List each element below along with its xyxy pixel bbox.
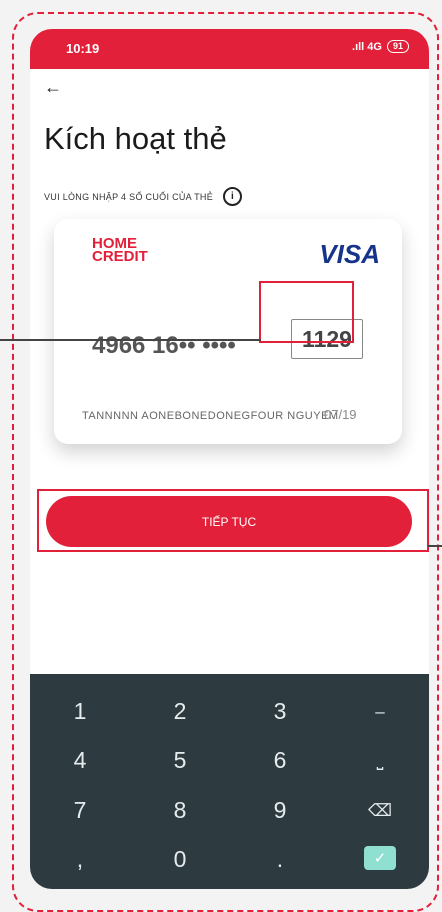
continue-highlight-box <box>37 489 429 552</box>
logo-line-2: CREDIT <box>92 248 148 265</box>
key-2[interactable]: 2 <box>130 698 230 725</box>
key-0[interactable]: 0 <box>130 846 230 873</box>
key-9[interactable]: 9 <box>230 797 330 824</box>
key-7[interactable]: 7 <box>30 797 130 824</box>
card-number-masked: 4966 16•• •••• <box>92 332 236 359</box>
key-minus[interactable]: – <box>330 702 429 722</box>
card-holder-name: TANNNNN AONEBONEDONEGFOUR NGUYEM <box>82 410 339 422</box>
status-time: 10:19 <box>66 41 100 56</box>
callout-line-right <box>428 545 442 547</box>
back-arrow-icon[interactable]: ← <box>44 77 62 98</box>
visa-logo: VISA <box>319 239 380 269</box>
status-indicators: .ıll 4G 91 <box>352 40 409 53</box>
signal-icon: .ıll 4G <box>352 40 382 53</box>
numeric-keypad: 1 2 3 – 4 5 6 ⎵ 7 8 9 ⌫ , 0 . ✓ <box>30 674 429 889</box>
info-icon[interactable]: i <box>223 187 243 206</box>
instruction-label: VUI LÒNG NHẬP 4 SỐ CUỐI CỦA THẺ <box>44 191 214 202</box>
key-5[interactable]: 5 <box>130 747 230 774</box>
key-period[interactable]: . <box>230 846 330 873</box>
backspace-icon[interactable]: ⌫ <box>330 801 429 821</box>
key-1[interactable]: 1 <box>30 698 130 725</box>
phone-screen: 10:19 .ıll 4G 91 ← Kích hoạt thẻ VUI LÒN… <box>30 29 429 889</box>
card-expiry: 07/19 <box>324 407 357 422</box>
key-6[interactable]: 6 <box>230 747 330 774</box>
enter-check-icon[interactable]: ✓ <box>364 846 396 870</box>
page-title: Kích hoạt thẻ <box>44 121 227 156</box>
key-8[interactable]: 8 <box>130 797 230 824</box>
home-credit-logo: HOME CREDIT <box>92 236 148 265</box>
key-comma[interactable]: , <box>30 846 130 873</box>
callout-line-left <box>0 339 261 341</box>
key-3[interactable]: 3 <box>230 698 330 725</box>
battery-icon: 91 <box>386 40 409 53</box>
space-key-icon[interactable]: ⎵ <box>330 751 429 771</box>
status-bar: 10:19 .ıll 4G 91 <box>30 29 429 69</box>
last4-highlight-box <box>259 281 354 343</box>
key-4[interactable]: 4 <box>30 747 130 774</box>
instruction-text: VUI LÒNG NHẬP 4 SỐ CUỐI CỦA THẺ i <box>44 187 243 206</box>
